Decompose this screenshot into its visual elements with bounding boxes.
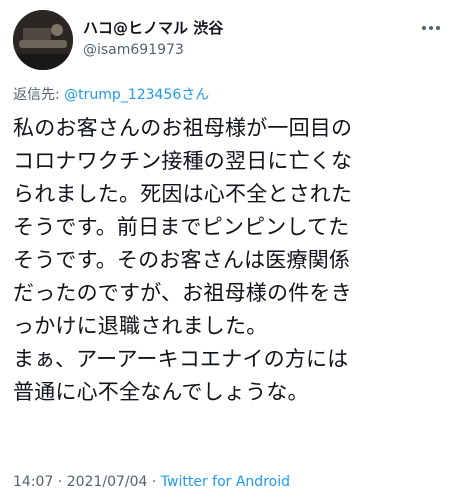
tweet-text-line: 普通に心不全なんでしょうな。 (13, 380, 309, 404)
reply-to-prefix: 返信先: (13, 87, 65, 103)
display-name[interactable]: ハコ@ヒノマル 渋谷 (83, 17, 223, 38)
more-horizontal-icon[interactable] (416, 18, 446, 38)
tweet-time[interactable]: 14:07 (13, 474, 53, 490)
tweet-text: 私のお客さんのお祖母様が一回目の コロナワクチン接種の翌日に亡くな られました。… (13, 112, 449, 409)
tweet-text-line: だったのですが、お祖母様の件をき (13, 281, 352, 305)
tweet-text-line: そうです。前日までピンピンしてた (13, 215, 350, 239)
meta-separator: · (53, 474, 67, 490)
avatar[interactable] (13, 10, 73, 70)
reply-mention-link[interactable]: @trump_123456 (64, 87, 181, 103)
more-dot (436, 26, 440, 30)
more-dot (422, 26, 426, 30)
tweet-text-line: られました。死因は心不全とされた (13, 182, 353, 206)
tweet-text-line: コロナワクチン接種の翌日に亡くな (13, 149, 353, 173)
tweet-text-line: まぁ、アーアーキコエナイの方には (13, 347, 349, 371)
tweet-card: ハコ@ヒノマル 渋谷 @isam691973 返信先: @trump_12345… (0, 0, 457, 501)
tweet-text-line: 私のお客さんのお祖母様が一回目の (13, 116, 353, 140)
tweet-meta: 14:07 · 2021/07/04 · Twitter for Android (13, 474, 290, 490)
user-handle[interactable]: @isam691973 (83, 42, 184, 58)
reply-mention-suffix: さん (181, 87, 210, 103)
tweet-date[interactable]: 2021/07/04 (67, 474, 148, 490)
reply-to-line: 返信先: @trump_123456さん (13, 84, 209, 104)
tweet-text-line: っかけに退職されました。 (13, 314, 268, 338)
avatar-photo-icon (13, 10, 73, 70)
more-dot (429, 26, 433, 30)
tweet-text-line: そうです。そのお客さんは医療関係 (13, 248, 351, 272)
tweet-source-link[interactable]: Twitter for Android (161, 474, 290, 490)
meta-separator: · (147, 474, 161, 490)
